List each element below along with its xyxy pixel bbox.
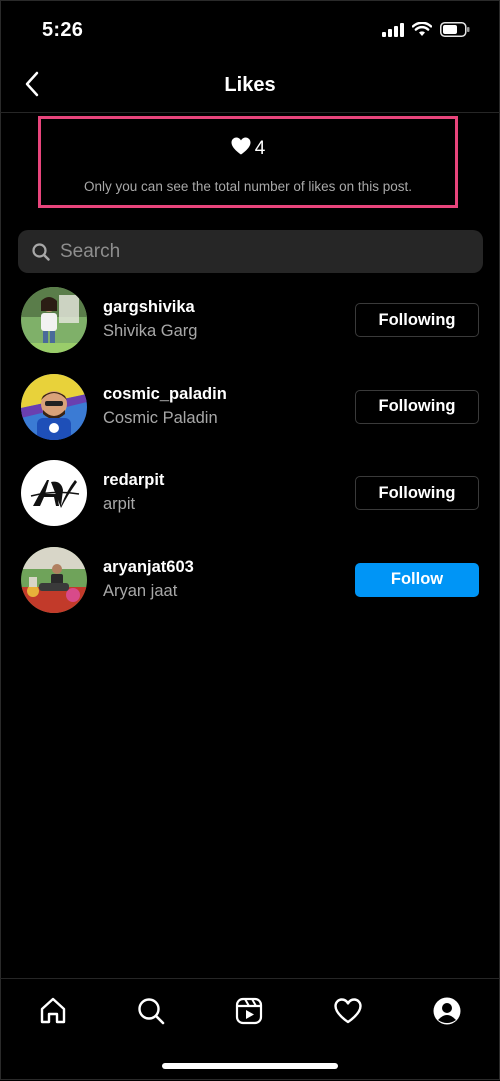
signal-icon	[382, 22, 404, 42]
search-bar[interactable]	[18, 230, 483, 273]
full-name: Aryan jaat	[103, 581, 178, 600]
avatar[interactable]	[21, 287, 87, 353]
following-button[interactable]: Following	[355, 476, 479, 510]
avatar[interactable]	[21, 373, 87, 440]
following-button[interactable]: Following	[355, 389, 479, 424]
username[interactable]: aryanjat603	[103, 558, 194, 577]
avatar[interactable]	[21, 460, 87, 526]
nav-profile[interactable]	[427, 993, 467, 1033]
full-name: Cosmic Paladin	[103, 408, 218, 427]
nav-search[interactable]	[131, 993, 171, 1033]
full-name: arpit	[103, 495, 136, 513]
likes-summary: 4 Only you can see the total number of l…	[38, 116, 458, 208]
avatar[interactable]	[21, 546, 87, 613]
heart-icon	[333, 997, 363, 1030]
page-title: Likes	[224, 74, 276, 96]
likes-count: 4	[254, 138, 266, 159]
list-item[interactable]: gargshivika Shivika Garg Following	[0, 287, 500, 374]
list-item[interactable]: cosmic_paladin Cosmic Paladin Following	[0, 373, 500, 461]
battery-icon	[440, 22, 470, 42]
wifi-icon	[411, 21, 433, 42]
username[interactable]: gargshivika	[103, 298, 197, 317]
search-icon	[30, 241, 52, 263]
profile-icon	[432, 996, 462, 1031]
user-names: aryanjat603 Aryan jaat	[103, 558, 194, 601]
status-time: 5:26	[42, 19, 84, 41]
search-icon	[136, 996, 166, 1031]
likes-count-row: 4	[41, 137, 455, 161]
nav-reels[interactable]	[229, 993, 269, 1033]
header: Likes	[0, 60, 500, 113]
follow-button[interactable]: Follow	[355, 562, 479, 597]
list-item[interactable]: aryanjat603 Aryan jaat Follow	[0, 546, 500, 634]
nav-home[interactable]	[33, 993, 73, 1033]
status-bar: 5:26	[0, 0, 500, 60]
nav-activity[interactable]	[328, 993, 368, 1033]
username[interactable]: cosmic_paladin	[103, 385, 227, 404]
likes-privacy-note: Only you can see the total number of lik…	[84, 179, 412, 194]
likers-list: gargshivika Shivika Garg Following cosmi…	[0, 287, 500, 633]
user-names: redarpit arpit	[103, 471, 164, 514]
search-input[interactable]	[58, 239, 462, 264]
user-names: gargshivika Shivika Garg	[103, 298, 197, 341]
following-button[interactable]: Following	[355, 303, 479, 337]
username[interactable]: redarpit	[103, 471, 164, 490]
user-names: cosmic_paladin Cosmic Paladin	[103, 385, 227, 428]
home-indicator[interactable]	[162, 1063, 338, 1069]
heart-filled-icon	[231, 137, 251, 161]
full-name: Shivika Garg	[103, 322, 198, 340]
reels-icon	[234, 996, 264, 1031]
home-icon	[38, 996, 68, 1031]
list-item[interactable]: redarpit arpit Following	[0, 460, 500, 547]
status-icons	[382, 21, 470, 42]
